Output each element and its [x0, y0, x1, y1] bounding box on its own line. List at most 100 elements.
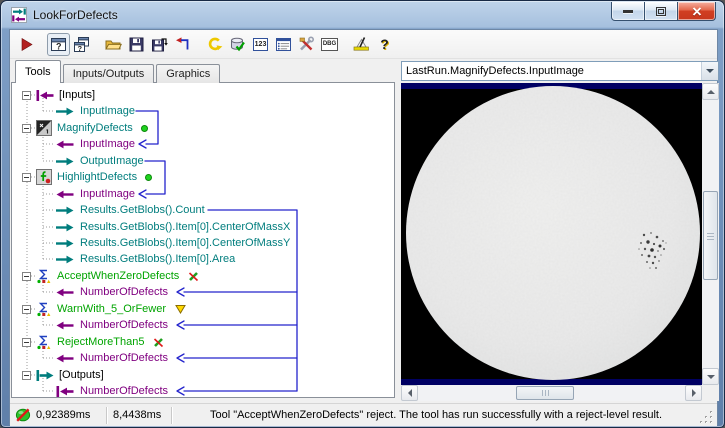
maximize-button[interactable]	[645, 2, 678, 21]
collapse-icon[interactable]	[22, 271, 31, 281]
output-arrow-icon	[56, 206, 74, 215]
vertical-scroll-thumb[interactable]	[703, 191, 718, 280]
application-window: LookForDefects ? ? 123 DBG ? Tools Input…	[0, 0, 725, 428]
tree-label[interactable]: AcceptWhenZeroDefects	[57, 270, 179, 282]
image-window-icon: ?	[51, 37, 66, 51]
tab-strip: Tools Inputs/Outputs Graphics	[11, 60, 221, 83]
tree-label[interactable]: Results.GetBlobs().Item[0].CenterOfMassY	[80, 237, 290, 249]
dropdown-button[interactable]	[701, 62, 718, 80]
database-validate-button[interactable]	[226, 33, 249, 56]
image-source-dropdown[interactable]: LastRun.MagnifyDefects.InputImage	[401, 61, 719, 81]
tree-row[interactable]: Results.GetBlobs().Count	[12, 202, 394, 218]
tree-label[interactable]: InputImage	[80, 188, 135, 200]
window-title: LookForDefects	[33, 8, 118, 22]
client-area: ? ? 123 DBG ? Tools Inputs/Outputs Graph…	[9, 29, 719, 426]
tree-row[interactable]: WarnWith_5_OrFewer	[12, 301, 394, 317]
tree-label[interactable]: WarnWith_5_OrFewer	[57, 303, 166, 315]
tab-tools[interactable]: Tools	[15, 60, 61, 83]
tree-row[interactable]: Results.GetBlobs().Item[0].CenterOfMassX	[12, 219, 394, 235]
collapse-icon[interactable]	[22, 172, 31, 182]
tree-label[interactable]: Results.GetBlobs().Count	[80, 204, 205, 216]
annotate-button[interactable]	[350, 33, 373, 56]
tree-label[interactable]: [Outputs]	[59, 369, 104, 381]
tree-row[interactable]: InputImage	[12, 136, 394, 152]
tab-inputs-outputs[interactable]: Inputs/Outputs	[62, 64, 155, 83]
tree-row[interactable]: Results.GetBlobs().Item[0].Area	[12, 251, 394, 267]
tree-label[interactable]: Results.GetBlobs().Item[0].CenterOfMassX	[80, 221, 290, 233]
tree-row[interactable]: NumberOfDefects	[12, 383, 394, 397]
collapse-icon[interactable]	[22, 370, 31, 380]
tree-label[interactable]: HighlightDefects	[57, 171, 137, 183]
show-image-window-button[interactable]: ?	[47, 32, 70, 56]
minimize-button[interactable]	[611, 2, 645, 21]
customize-tools-button[interactable]	[295, 33, 318, 56]
revert-button[interactable]	[171, 33, 194, 56]
status-message: Tool "AcceptWhenZeroDefects" reject. The…	[209, 409, 663, 421]
tree-label[interactable]: NumberOfDefects	[80, 385, 168, 397]
tree-row[interactable]: InputImage	[12, 186, 394, 202]
horizontal-scrollbar[interactable]	[401, 385, 702, 401]
output-arrow-icon	[56, 239, 74, 248]
save-button[interactable]	[125, 33, 148, 56]
tree-label[interactable]: OutputImage	[80, 155, 144, 167]
script-tool-icon	[36, 169, 52, 185]
sigma-tool-icon	[36, 334, 52, 350]
tree-row[interactable]: Results.GetBlobs().Item[0].CenterOfMassY	[12, 235, 394, 251]
run-icon	[21, 37, 33, 51]
open-button[interactable]	[102, 33, 125, 56]
tree-row[interactable]: RejectMoreThan5	[12, 334, 394, 350]
tree-row[interactable]: NumberOfDefects	[12, 350, 394, 366]
debug-button[interactable]: DBG	[318, 33, 341, 56]
tree-label[interactable]: NumberOfDefects	[80, 286, 168, 298]
tree-label[interactable]: MagnifyDefects	[57, 122, 133, 134]
svg-text:?: ?	[78, 43, 83, 52]
toolbar: ? ? 123 DBG ?	[10, 30, 717, 59]
run-button[interactable]	[15, 33, 38, 56]
tools-icon	[299, 35, 315, 50]
tree-row[interactable]: InputImage	[12, 103, 394, 119]
resize-grip[interactable]	[700, 411, 714, 425]
scroll-right-button[interactable]	[685, 385, 702, 401]
tree-row[interactable]: NumberOfDefects	[12, 284, 394, 300]
run-time: 0,92389ms	[36, 409, 91, 421]
close-button[interactable]	[678, 2, 716, 21]
tree-row[interactable]: OutputImage	[12, 153, 394, 169]
tree-label[interactable]: InputImage	[80, 138, 135, 150]
tree-row[interactable]: NumberOfDefects	[12, 317, 394, 333]
tree-label[interactable]: InputImage	[80, 105, 135, 117]
help-button[interactable]: ?	[373, 33, 396, 56]
scroll-up-button[interactable]	[702, 83, 719, 100]
tree-row[interactable]: [Outputs]	[12, 367, 394, 383]
undo-button[interactable]	[203, 33, 226, 56]
properties-form-button[interactable]	[272, 33, 295, 56]
collapse-icon[interactable]	[22, 123, 31, 133]
tree-row[interactable]: HighlightDefects	[12, 169, 394, 185]
sigma-tool-icon	[36, 268, 52, 284]
tree-row[interactable]: [Inputs]	[12, 87, 394, 103]
tree-row[interactable]: MagnifyDefects	[12, 120, 394, 136]
cascade-windows-button[interactable]: ?	[70, 33, 93, 56]
tree-label[interactable]: NumberOfDefects	[80, 352, 168, 364]
title-bar[interactable]: LookForDefects	[1, 1, 724, 29]
tab-graphics[interactable]: Graphics	[156, 64, 221, 83]
total-time: 8,4438ms	[113, 409, 162, 421]
tree-label[interactable]: NumberOfDefects	[80, 319, 168, 331]
sigma-tool-icon	[36, 301, 52, 317]
posted-values-button[interactable]: 123	[249, 33, 272, 56]
collapse-icon[interactable]	[22, 304, 31, 314]
scroll-down-button[interactable]	[702, 368, 719, 385]
chevron-down-icon	[706, 69, 714, 73]
reject-result-icon	[153, 337, 164, 348]
collapse-icon[interactable]	[22, 337, 31, 347]
horizontal-scroll-thumb[interactable]	[516, 386, 574, 400]
vertical-scrollbar[interactable]	[702, 83, 719, 385]
save-as-button[interactable]	[148, 33, 171, 56]
input-terminal-arrow-icon	[56, 385, 74, 397]
tree-row[interactable]: AcceptWhenZeroDefects	[12, 268, 394, 284]
tree-label[interactable]: RejectMoreThan5	[57, 336, 144, 348]
tree-label[interactable]: Results.GetBlobs().Item[0].Area	[80, 253, 235, 265]
scroll-left-button[interactable]	[401, 385, 418, 401]
tree-label[interactable]: [Inputs]	[59, 89, 95, 101]
output-arrow-icon	[56, 157, 74, 166]
collapse-icon[interactable]	[22, 90, 31, 100]
